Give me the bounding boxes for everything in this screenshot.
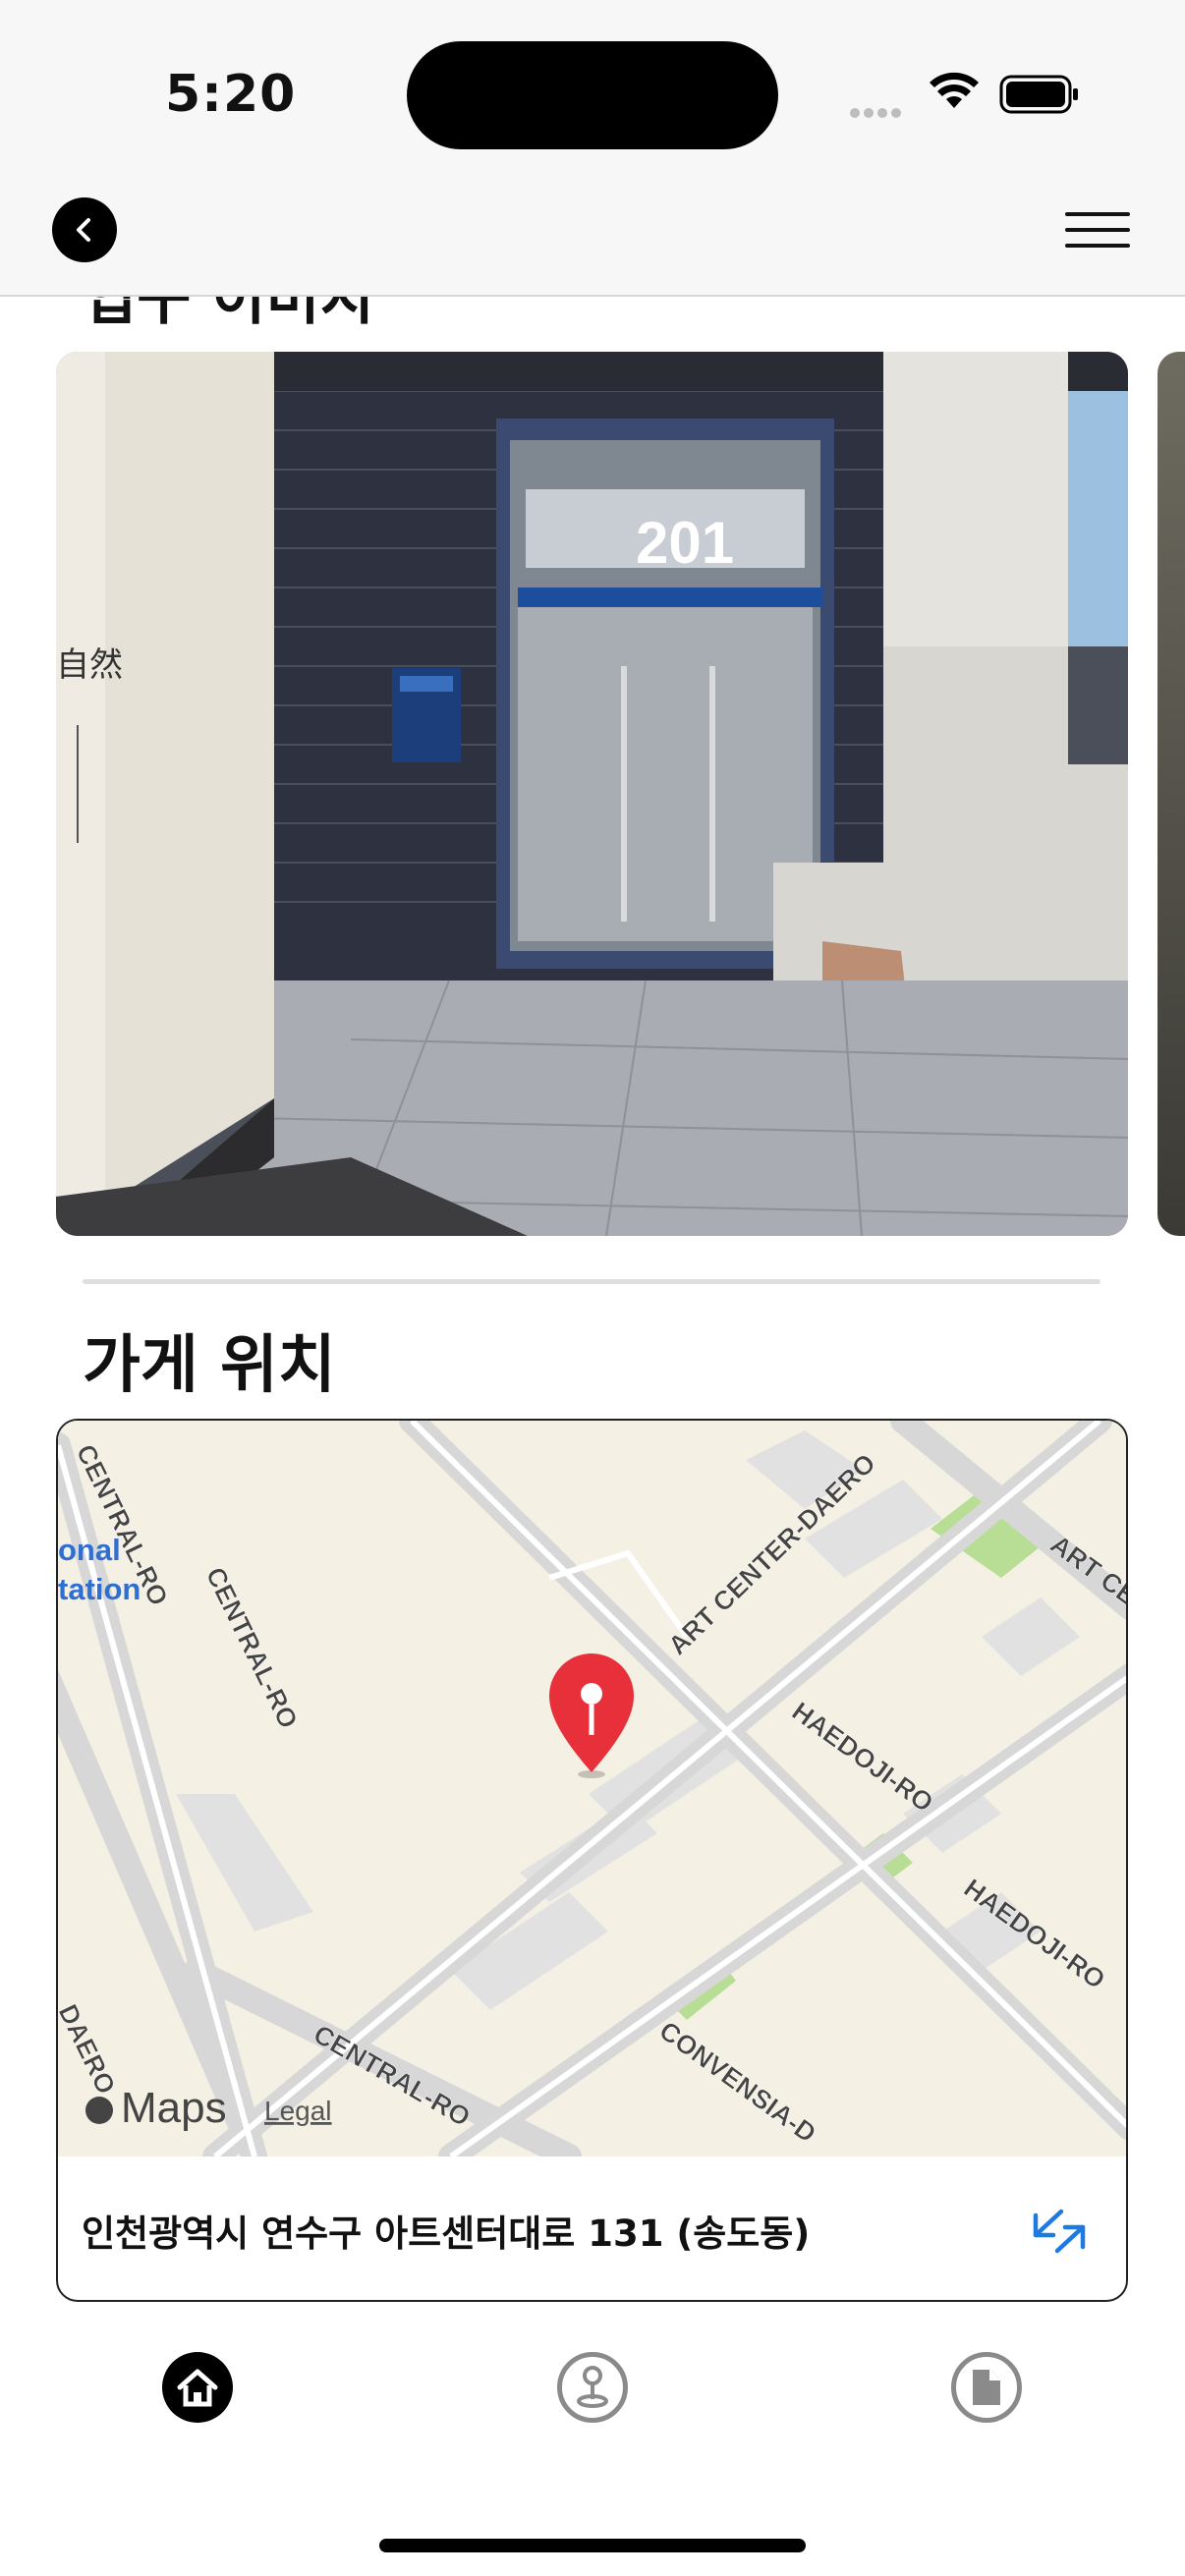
entrance-photo[interactable]: 201 自然 xyxy=(56,352,1128,1236)
store-address: 인천광역시 연수구 아트센터대로 131 (송도동) xyxy=(82,2212,811,2255)
entrance-photo-image: 201 自然 xyxy=(56,352,1128,1236)
battery-icon xyxy=(999,75,1078,114)
top-bar: 5:20 xyxy=(0,0,1185,297)
map-card: CENTRAL-RO CENTRAL-RO CENTRAL-RO ART CEN… xyxy=(56,1419,1128,2302)
poi-label: onal xyxy=(58,1533,121,1567)
back-button[interactable] xyxy=(52,197,117,262)
map-pin-icon xyxy=(577,2366,608,2408)
tab-home[interactable] xyxy=(162,2352,233,2423)
hamburger-menu-icon xyxy=(1065,212,1130,216)
home-indicator[interactable] xyxy=(379,2539,806,2552)
map-view[interactable]: CENTRAL-RO CENTRAL-RO CENTRAL-RO ART CEN… xyxy=(58,1421,1126,2156)
wifi-icon xyxy=(930,72,979,108)
home-icon xyxy=(177,2369,218,2407)
section-divider xyxy=(83,1279,1100,1284)
legal-link: Legal xyxy=(264,2096,332,2126)
poi-label: tation xyxy=(58,1572,141,1606)
apple-logo-icon xyxy=(85,2097,113,2124)
store-location-title: 가게 위치 xyxy=(83,1329,336,1402)
photo-wall-text: 自然 xyxy=(56,645,123,685)
tab-location[interactable] xyxy=(557,2352,628,2423)
maps-attribution: Maps xyxy=(121,2084,227,2132)
document-icon xyxy=(973,2370,1000,2405)
next-entrance-photo[interactable] xyxy=(1157,352,1185,1236)
menu-button[interactable] xyxy=(1065,212,1130,252)
photo-sign-number: 201 xyxy=(636,510,734,576)
tab-document[interactable] xyxy=(951,2352,1022,2423)
chevron-left-icon xyxy=(77,218,90,242)
dynamic-island xyxy=(407,41,778,149)
expand-arrows-icon[interactable] xyxy=(1028,2202,1091,2261)
status-time: 5:20 xyxy=(165,65,297,124)
cellular-signal-icon xyxy=(850,103,909,118)
address-row: 인천광역시 연수구 아트센터대로 131 (송도동) xyxy=(58,2156,1126,2300)
